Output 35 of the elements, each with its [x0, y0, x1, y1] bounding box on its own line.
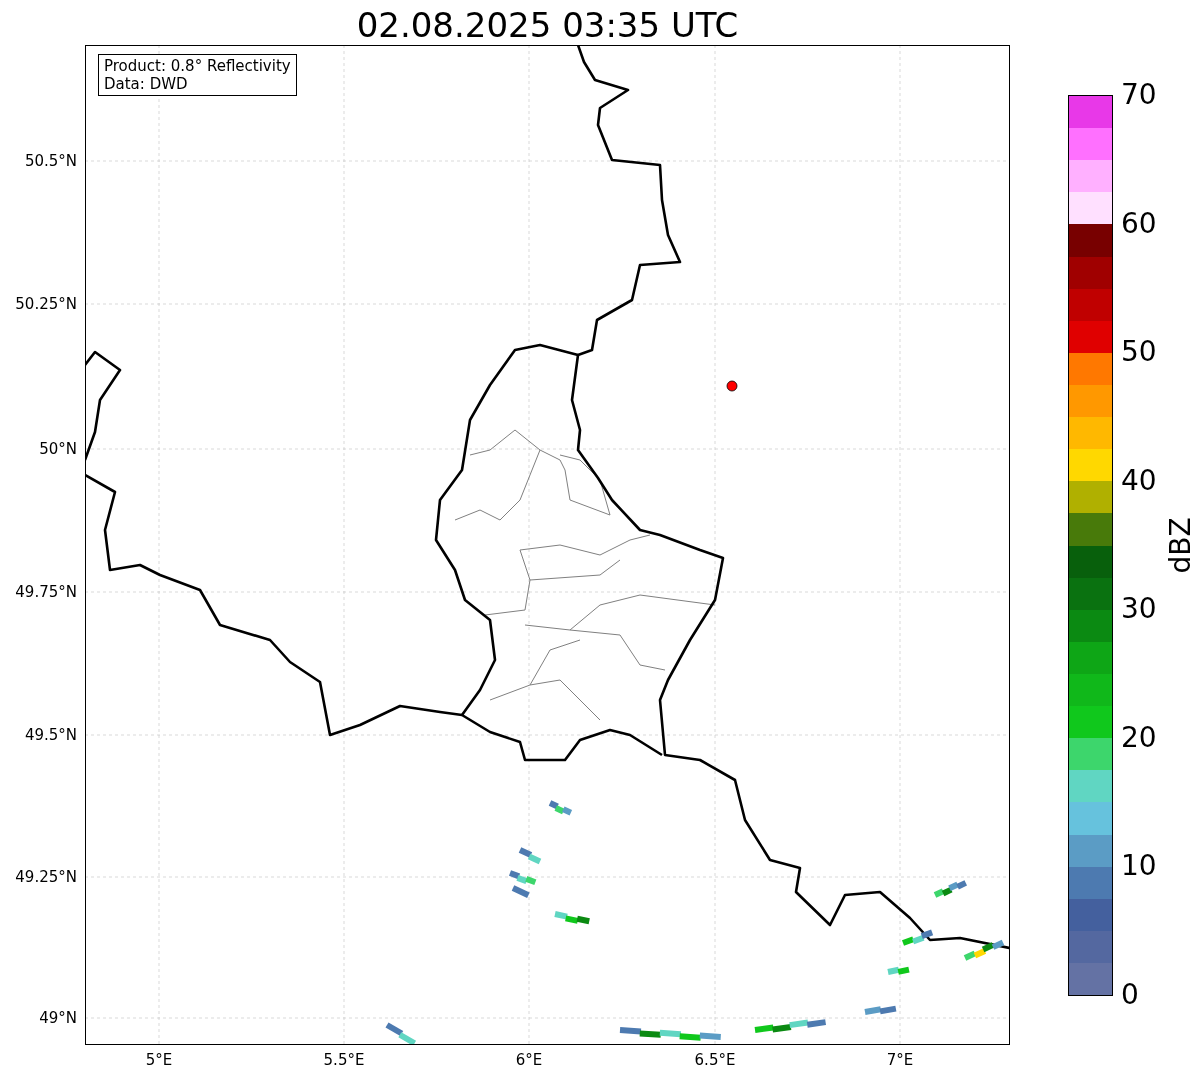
scale-label: 60: [1121, 208, 1157, 239]
radar-echo: [548, 800, 573, 816]
latitude-label: 49.25°N: [15, 868, 77, 886]
radar-echo: [754, 1019, 826, 1033]
longitude-label: 5.5°E: [323, 1051, 365, 1069]
radar-echo: [385, 1022, 417, 1044]
latitude-label: 50.25°N: [15, 295, 77, 313]
legend-text: Product: 0.8° Reflectivity: [104, 57, 291, 75]
longitude-label: 5°E: [145, 1051, 173, 1069]
latitude-label: 49°N: [39, 1009, 77, 1027]
radar-echo: [864, 1005, 897, 1015]
location-marker: [726, 380, 738, 392]
scale-label: 70: [1121, 80, 1157, 110]
chart-title: 02.08.2025 03:35 UTC: [356, 5, 739, 45]
scale-label: 10: [1121, 851, 1157, 882]
radar-echo: [518, 847, 542, 865]
scale-label: 0: [1121, 980, 1139, 1010]
latitude-label: 50.5°N: [24, 152, 77, 170]
scale-label: 40: [1121, 465, 1157, 496]
longitude-label: 6°E: [515, 1051, 543, 1069]
longitude-label: 6.5°E: [694, 1051, 736, 1069]
scale-label: 20: [1121, 722, 1157, 753]
scale-label: 50: [1121, 337, 1157, 368]
radar-echo: [554, 911, 590, 925]
latitude-label: 49.75°N: [15, 583, 77, 601]
scale-label: 30: [1121, 594, 1157, 625]
longitude-label: 7°E: [886, 1051, 914, 1069]
legend-text: Data: DWD: [104, 75, 189, 93]
radar-echo: [963, 939, 1005, 961]
latitude-label: 49.5°N: [24, 726, 77, 744]
axis-label: dBZ: [1163, 517, 1197, 574]
latitude-label: 50°N: [39, 440, 77, 458]
radar-echo: [901, 929, 934, 946]
radar-echo: [933, 880, 967, 898]
radar-echo: [887, 966, 910, 975]
